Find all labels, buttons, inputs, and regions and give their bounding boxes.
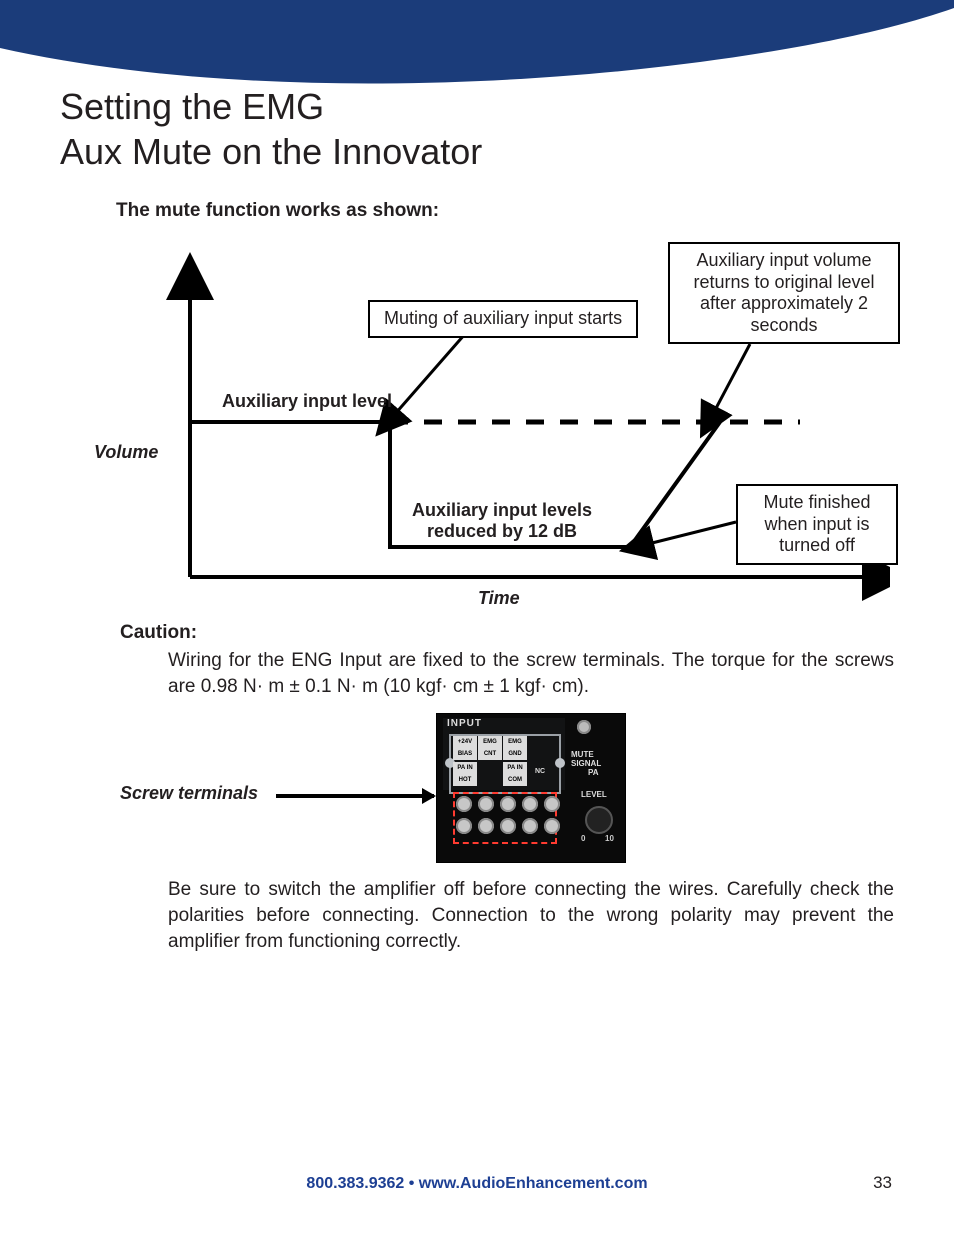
screw-icon bbox=[577, 720, 591, 734]
panel-label: PA IN bbox=[453, 762, 477, 774]
scale-0: 0 bbox=[581, 834, 585, 843]
caution-title: Caution: bbox=[120, 622, 894, 644]
footer-url: www.AudioEnhancement.com bbox=[419, 1175, 648, 1192]
page-title: Setting the EMG Aux Mute on the Innovato… bbox=[60, 84, 894, 174]
arrow-icon bbox=[276, 794, 434, 798]
pa-text: PA bbox=[588, 768, 599, 777]
title-line-2: Aux Mute on the Innovator bbox=[60, 131, 482, 172]
panel-label: GND bbox=[503, 748, 527, 760]
terminal-photo: INPUT +24V EMG EMG BIAS CNT GND PA IN PA… bbox=[436, 713, 626, 863]
mute-diagram: Muting of auxiliary input starts Auxilia… bbox=[100, 232, 890, 602]
panel-label: CNT bbox=[478, 748, 502, 760]
input-text: INPUT bbox=[447, 718, 482, 729]
callout-mute-start: Muting of auxiliary input starts bbox=[368, 300, 638, 338]
level-text: LEVEL bbox=[581, 790, 607, 799]
intro-text: The mute function works as shown: bbox=[116, 200, 894, 222]
mute-signal-text: MUTE SIGNAL bbox=[571, 750, 625, 768]
x-axis-label: Time bbox=[478, 588, 520, 609]
callout-return: Auxiliary input volume returns to origin… bbox=[668, 242, 900, 344]
aux-level-label: Auxiliary input level bbox=[222, 391, 392, 412]
panel-label: BIAS bbox=[453, 748, 477, 760]
panel-label: HOT bbox=[453, 774, 477, 786]
panel-label: EMG bbox=[503, 736, 527, 748]
precaution-text: Be sure to switch the amplifier off befo… bbox=[168, 877, 894, 954]
screw-row-2 bbox=[456, 818, 560, 834]
nc-label: NC bbox=[535, 768, 545, 775]
screw-row-1 bbox=[456, 796, 560, 812]
screw-terminals-label: Screw terminals bbox=[120, 783, 258, 804]
level-knob-icon bbox=[585, 806, 613, 834]
caution-block: Caution: Wiring for the ENG Input are fi… bbox=[120, 622, 894, 699]
scale-10: 10 bbox=[605, 834, 614, 843]
reduced-label: Auxiliary input levels reduced by 12 dB bbox=[392, 500, 612, 542]
callout-mute-end: Mute finished when input is turned off bbox=[736, 484, 898, 565]
panel-label: PA IN bbox=[503, 762, 527, 774]
title-line-1: Setting the EMG bbox=[60, 86, 324, 127]
panel-label: +24V bbox=[453, 736, 477, 748]
footer-sep: • bbox=[404, 1175, 419, 1192]
terminal-figure: Screw terminals INPUT +24V EMG EMG BIAS … bbox=[120, 713, 810, 863]
panel-label: COM bbox=[503, 774, 527, 786]
footer: 800.383.9362 • www.AudioEnhancement.com bbox=[0, 1175, 954, 1193]
page-number: 33 bbox=[873, 1173, 892, 1193]
caution-text: Wiring for the ENG Input are fixed to th… bbox=[168, 648, 894, 699]
panel-label: EMG bbox=[478, 736, 502, 748]
y-axis-label: Volume bbox=[94, 442, 158, 463]
footer-phone: 800.383.9362 bbox=[306, 1175, 404, 1192]
